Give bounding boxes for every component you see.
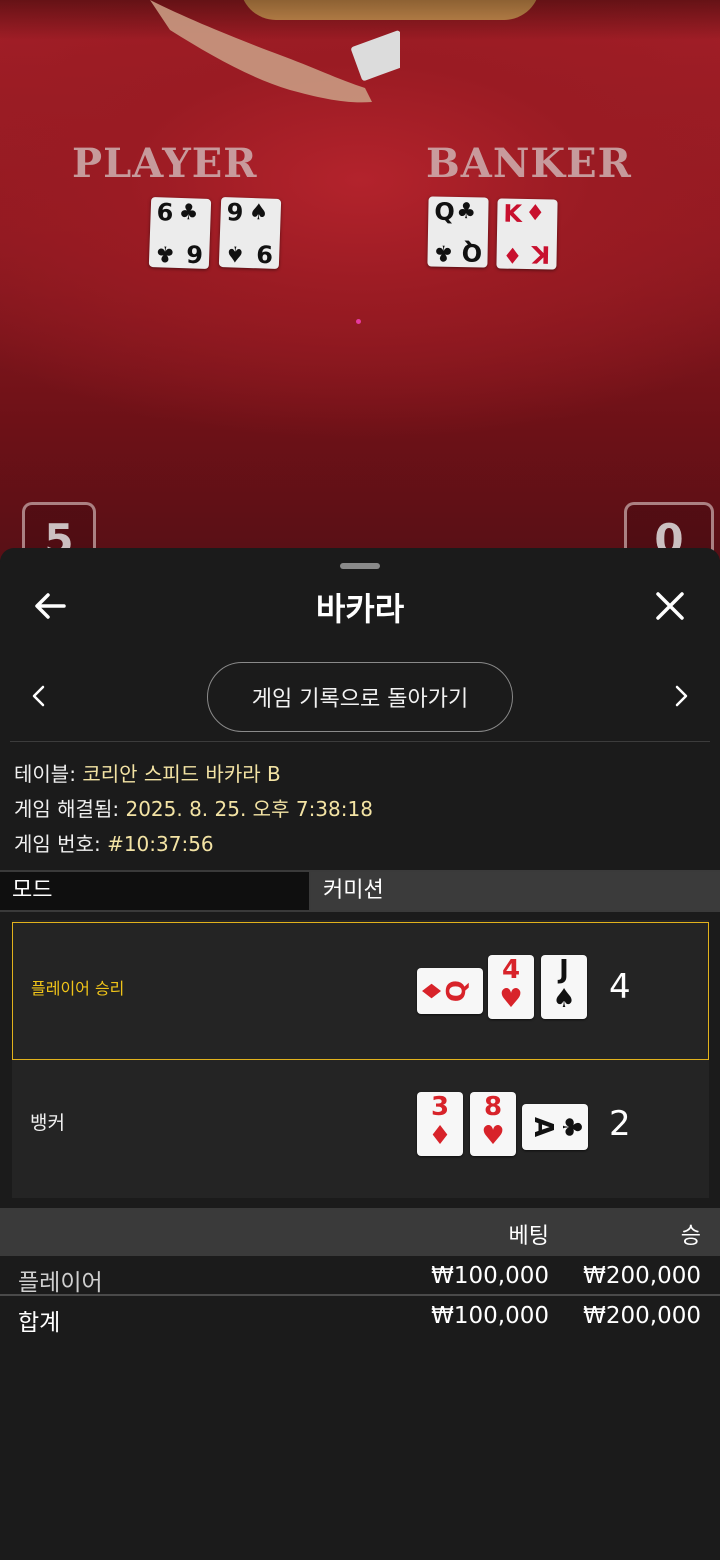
bets-table-row: 플레이어 ₩100,000 ₩200,000 bbox=[0, 1258, 720, 1296]
bet-row-win: ₩200,000 bbox=[583, 1263, 701, 1289]
player-area-label: PLAYER bbox=[72, 140, 258, 187]
dealer-hand bbox=[150, 0, 400, 103]
table-player-card-2: 9 ♠ ♠ 9 bbox=[218, 196, 282, 270]
player-result-card-3: J ♠ bbox=[541, 955, 587, 1019]
win-column-header: 승 bbox=[680, 1224, 701, 1249]
close-button[interactable] bbox=[646, 582, 694, 630]
chevron-left-icon bbox=[32, 685, 45, 707]
table-banker-card-1: Q ♣ ♣ Q bbox=[427, 196, 489, 268]
chevron-right-icon bbox=[675, 685, 688, 707]
resolved-info: 게임 해결됨: 2025. 8. 25. 오후 7:38:18 bbox=[14, 793, 373, 822]
table-info: 테이블: 코리안 스피드 바카라 B bbox=[14, 758, 281, 787]
resolved-info-value: 2025. 8. 25. 오후 7:38:18 bbox=[125, 797, 373, 821]
mode-value: 커미션 bbox=[311, 872, 720, 910]
total-row-amount: ₩100,000 bbox=[431, 1303, 549, 1329]
banker-result-card-3: A ♣ bbox=[522, 1104, 588, 1150]
banker-result-card-1: 3 ♦ bbox=[417, 1092, 463, 1156]
bet-row-amount: ₩100,000 bbox=[431, 1263, 549, 1289]
player-result-card-2: 4 ♥ bbox=[488, 955, 534, 1019]
game-detail-sheet: 바카라 게임 기록으로 돌아가기 테이블: 코리안 스피드 바카라 B 게임 해… bbox=[0, 548, 720, 1560]
bets-table-header: 베팅 승 bbox=[0, 1208, 720, 1256]
back-to-history-button[interactable]: 게임 기록으로 돌아가기 bbox=[207, 662, 513, 732]
bet-column-header: 베팅 bbox=[508, 1224, 549, 1249]
next-game-button[interactable] bbox=[664, 678, 700, 714]
bet-row-name: 플레이어 bbox=[18, 1270, 103, 1296]
banker-result-row: 뱅커 3 ♦ 8 ♥ A ♣ 2 bbox=[12, 1062, 709, 1200]
table-marker-dot bbox=[356, 319, 361, 324]
header-divider bbox=[10, 741, 710, 742]
drag-handle[interactable] bbox=[340, 563, 380, 569]
mode-label: 모드 bbox=[0, 872, 311, 910]
table-info-value: 코리안 스피드 바카라 B bbox=[82, 762, 281, 786]
sheet-title: 바카라 bbox=[315, 590, 405, 628]
total-row-win: ₩200,000 bbox=[583, 1303, 701, 1329]
hand-results: 플레이어 승리 Q ♦ 4 ♥ J ♠ 4 뱅커 3 ♦ 8 ♥ A ♣ 2 bbox=[12, 920, 709, 1198]
bets-total-row: 합계 ₩100,000 ₩200,000 bbox=[0, 1298, 720, 1336]
resolved-info-label: 게임 해결됨: bbox=[14, 797, 120, 821]
game-number-value: #10:37:56 bbox=[107, 832, 214, 856]
game-number-info: 게임 번호: #10:37:56 bbox=[14, 828, 214, 857]
player-result-score: 4 bbox=[609, 967, 631, 1007]
table-player-card-1: 6 ♣ ♣ 6 bbox=[148, 196, 212, 270]
mode-row: 모드 커미션 bbox=[0, 870, 720, 912]
player-result-label: 플레이어 승리 bbox=[31, 979, 125, 998]
banker-result-card-2: 8 ♥ bbox=[470, 1092, 516, 1156]
game-number-label: 게임 번호: bbox=[14, 832, 101, 856]
live-table-video: PLAYER BANKER 6 ♣ ♣ 6 9 ♠ ♠ 9 Q ♣ ♣ Q K … bbox=[0, 0, 720, 560]
total-row-name: 합계 bbox=[18, 1310, 61, 1336]
banker-result-score: 2 bbox=[609, 1104, 631, 1144]
banker-area-label: BANKER bbox=[426, 140, 632, 187]
table-info-label: 테이블: bbox=[14, 762, 76, 786]
close-icon bbox=[656, 592, 684, 620]
player-result-card-1: Q ♦ bbox=[417, 968, 483, 1014]
previous-game-button[interactable] bbox=[20, 678, 56, 714]
table-banker-card-2: K ♦ ♦ K bbox=[496, 198, 558, 270]
banker-result-label: 뱅커 bbox=[30, 1112, 65, 1134]
player-result-row: 플레이어 승리 Q ♦ 4 ♥ J ♠ 4 bbox=[12, 922, 709, 1060]
